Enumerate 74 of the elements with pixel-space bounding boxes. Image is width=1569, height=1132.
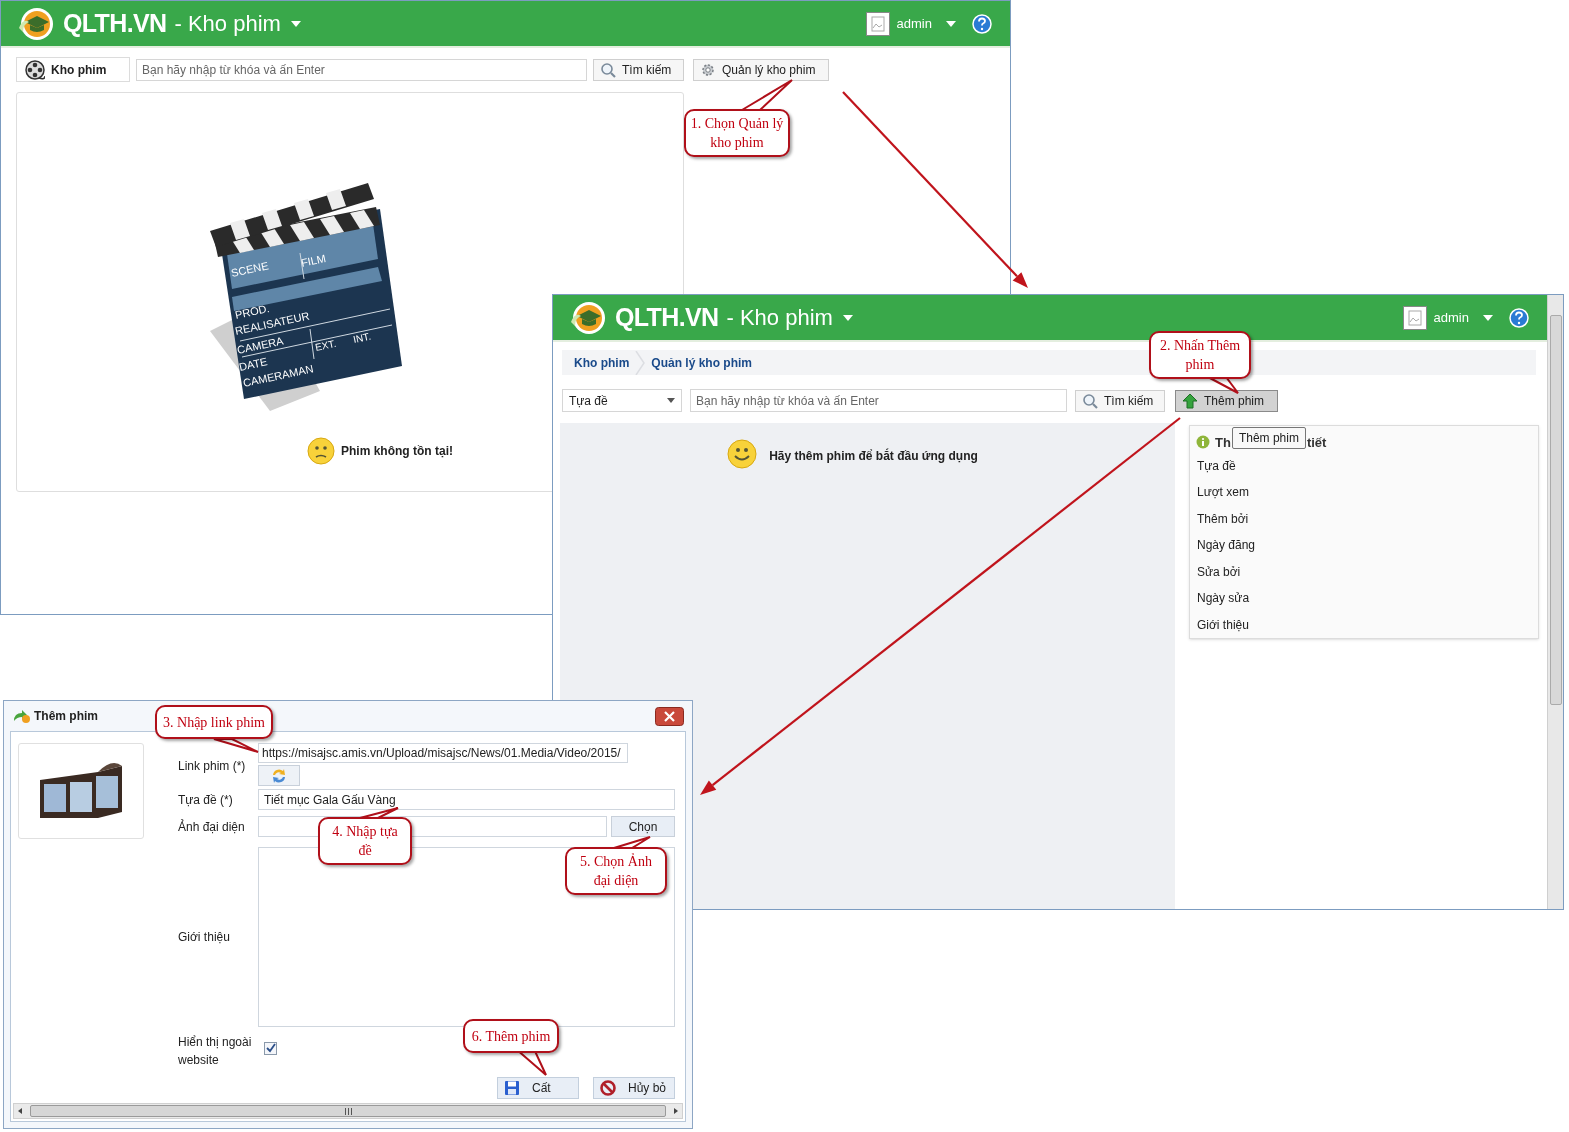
- avatar-icon[interactable]: [1402, 305, 1427, 330]
- caret-icon: [667, 398, 675, 403]
- field-label: Tựa đề: [1197, 457, 1237, 475]
- grip-icon: [343, 1107, 353, 1115]
- search-field[interactable]: Bạn hãy nhập từ khóa và ấn Enter: [690, 389, 1067, 412]
- save-button[interactable]: Cất: [497, 1077, 579, 1099]
- sad-face-icon: [307, 437, 335, 465]
- help-icon[interactable]: [972, 13, 992, 34]
- field-label: Giới thiệu: [178, 929, 231, 946]
- close-icon[interactable]: [655, 706, 684, 726]
- dropdown-value: Tựa đề: [569, 392, 608, 410]
- field-label: Ảnh đại diện: [178, 818, 246, 836]
- module-title: - Kho phim: [726, 304, 833, 332]
- empty-message: Phim không tồn tại!: [341, 443, 453, 460]
- field-label: Sửa bởi: [1197, 563, 1242, 581]
- module-title: - Kho phim: [174, 10, 281, 38]
- avatar-icon[interactable]: [865, 11, 890, 36]
- gear-icon: [700, 61, 716, 78]
- film-reel-icon: [25, 59, 45, 80]
- clapperboard-label: CAMERA: [235, 334, 285, 356]
- field-label: Thêm bởi: [1197, 510, 1250, 528]
- cancel-icon: [600, 1080, 616, 1096]
- clapperboard-label: FILM: [299, 252, 327, 269]
- field-label: Link phim (*): [178, 757, 247, 775]
- help-icon[interactable]: [1509, 307, 1529, 328]
- clapperboard-label: INT.: [352, 330, 372, 345]
- panel-title: tiết: [1306, 433, 1327, 452]
- caret-icon[interactable]: [1483, 314, 1493, 321]
- manage-button[interactable]: Quản lý kho phim: [693, 58, 829, 81]
- caret-icon[interactable]: [842, 314, 853, 321]
- search-field[interactable]: Bạn hãy nhập từ khóa và ấn Enter: [136, 58, 587, 81]
- breadcrumb-link[interactable]: Kho phim: [574, 353, 630, 372]
- dialog-icon: [12, 707, 30, 725]
- field-label: Lượt xem: [1197, 484, 1250, 501]
- chevron-icon: [635, 350, 646, 375]
- field-label: Ngày sửa: [1197, 590, 1251, 607]
- caret-icon[interactable]: [946, 20, 956, 27]
- home-tab[interactable]: Kho phim: [16, 57, 130, 82]
- link-input[interactable]: https://misajsc.amis.vn/Upload/misajsc/News/01.Media/Video/2015/: [258, 743, 628, 763]
- info-icon: [1196, 435, 1210, 450]
- refresh-button[interactable]: [258, 765, 300, 786]
- up-arrow-icon: [1182, 392, 1198, 409]
- search-button[interactable]: Tìm kiếm: [1075, 389, 1165, 412]
- empty-message: Hãy thêm phim để bắt đầu ứng dụng: [769, 447, 978, 465]
- cancel-button[interactable]: Hủy bỏ: [593, 1077, 675, 1099]
- add-movie-button[interactable]: Thêm phim: [1175, 389, 1278, 412]
- vertical-scrollbar[interactable]: [1547, 295, 1563, 909]
- save-icon: [504, 1080, 520, 1096]
- field-label: Hiển thị ngoài website: [178, 1034, 253, 1069]
- tooltip: Thêm phim: [1231, 427, 1306, 450]
- search-icon: [1082, 392, 1098, 409]
- check-icon: [265, 1043, 276, 1053]
- scrollbar-thumb[interactable]: [30, 1105, 666, 1117]
- search-button[interactable]: Tìm kiếm: [593, 58, 684, 81]
- horizontal-scrollbar[interactable]: [13, 1103, 683, 1119]
- clapperboard-label: SCENE: [229, 259, 270, 279]
- checkbox[interactable]: [264, 1041, 277, 1055]
- app-name: QLTH.VN: [615, 301, 719, 333]
- callout-tail: [213, 738, 259, 753]
- panel-title: Th: [1215, 433, 1231, 452]
- field-label: Tựa đề (*): [178, 791, 234, 809]
- field-label: Ngày đăng: [1197, 537, 1257, 554]
- clapperboard-label: EXT.: [314, 337, 338, 353]
- title-input[interactable]: Tiết mục Gala Gấu Vàng: [258, 789, 675, 810]
- smiley-icon: [727, 439, 758, 469]
- choose-button[interactable]: Chọn: [611, 816, 675, 837]
- app-name: QLTH.VN: [63, 7, 167, 39]
- breadcrumb-link[interactable]: Quản lý kho phim: [651, 353, 752, 372]
- search-icon: [600, 61, 616, 78]
- field-label: Giới thiệu: [1197, 616, 1250, 634]
- filter-dropdown[interactable]: Tựa đề: [562, 389, 682, 412]
- dialog-title: Thêm phim: [34, 708, 98, 725]
- caret-icon[interactable]: [290, 20, 301, 27]
- scrollbar-thumb[interactable]: [1549, 315, 1562, 705]
